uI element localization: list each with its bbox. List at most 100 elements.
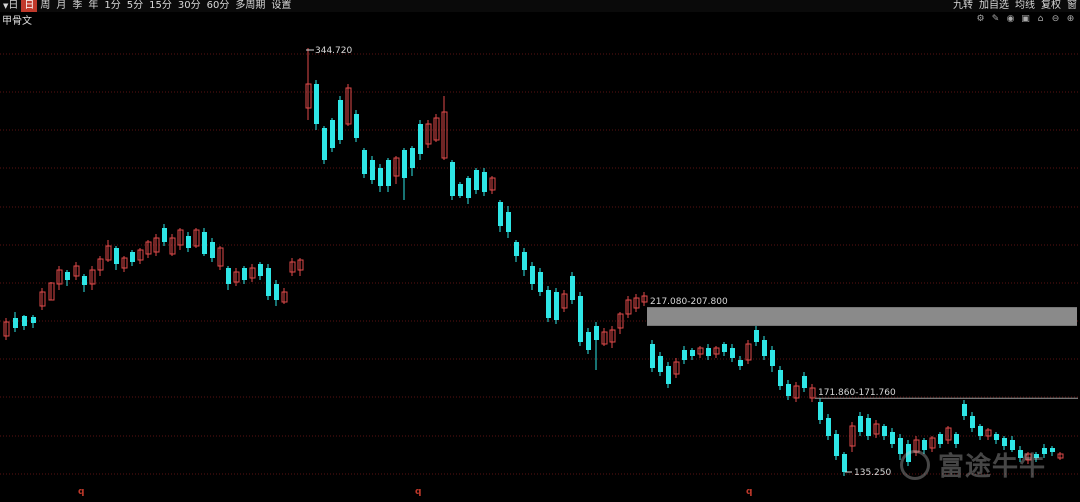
candle-body (114, 248, 119, 264)
candle-body (202, 232, 207, 254)
period-day-button[interactable]: 日 (21, 0, 38, 12)
watermark: 富途牛牛 (900, 446, 1046, 483)
candle-body (706, 348, 711, 356)
candle-body (546, 290, 551, 318)
futu-logo-icon (900, 449, 930, 480)
candle-body (570, 276, 575, 300)
period-dropdown-label: 日 (8, 0, 19, 11)
candle-body (65, 272, 70, 280)
candle-body (890, 432, 895, 444)
candle-body (266, 268, 271, 296)
month-marker: q (746, 487, 752, 497)
zoom-out-icon[interactable]: ⊖ (1050, 14, 1061, 24)
candle-body (530, 266, 535, 284)
candle-body (322, 128, 327, 160)
candle-body (378, 168, 383, 186)
candle-body (1002, 438, 1007, 446)
candle-body (314, 84, 319, 124)
candle-body (330, 120, 335, 148)
period-15min-button[interactable]: 15分 (146, 0, 175, 12)
candlestick-chart[interactable]: 217.080-207.800 171.860-171.760 344.720 135… (0, 26, 1080, 502)
window-button[interactable]: 窗 (1064, 0, 1080, 12)
zoom-in-icon[interactable]: ⊕ (1065, 14, 1076, 24)
toolbar-right-group: 九转 加自选 均线 复权 窗 (950, 0, 1080, 12)
chart-tools: ⚙ ✎ ◉ ▣ ⌂ ⊖ ⊕ (975, 12, 1076, 26)
candle-body (498, 202, 503, 226)
candle-body (162, 228, 167, 242)
candle-body (31, 317, 36, 323)
candle-body (866, 418, 871, 436)
candle-body (554, 292, 559, 320)
trash-icon[interactable]: ⌂ (1035, 14, 1046, 24)
month-marker: q (78, 487, 84, 497)
multi-period-button[interactable]: 多周期 (232, 0, 268, 12)
nine-turn-button[interactable]: 九转 (950, 0, 976, 12)
candle-body (458, 184, 463, 196)
period-1min-button[interactable]: 1分 (101, 0, 123, 12)
candle-body (818, 402, 823, 420)
candle-body (22, 316, 27, 326)
candle-body (578, 296, 583, 342)
candle-body (386, 160, 391, 186)
candle-body (786, 384, 791, 396)
candle-body (690, 350, 695, 356)
candle-body (882, 426, 887, 436)
period-5min-button[interactable]: 5分 (124, 0, 146, 12)
candle-body (666, 366, 671, 384)
gear-icon[interactable]: ⚙ (975, 14, 986, 24)
candle-body (226, 268, 231, 284)
chart-header: 甲骨文 (0, 12, 1080, 27)
candle-body (482, 172, 487, 192)
low-price-label: 135.250 (854, 468, 891, 478)
lock-icon[interactable]: ▣ (1020, 14, 1031, 24)
candle-body (242, 268, 247, 280)
candle-body (762, 340, 767, 356)
candle-body (466, 178, 471, 198)
eye-icon[interactable]: ◉ (1005, 14, 1016, 24)
candle-body (418, 124, 423, 154)
candle-body (506, 212, 511, 232)
candle-body (362, 150, 367, 174)
candle-body (354, 114, 359, 138)
candle-body (938, 434, 943, 444)
period-week-button[interactable]: 周 (37, 0, 53, 12)
candle-body (722, 344, 727, 352)
candle-body (770, 350, 775, 366)
period-30min-button[interactable]: 30分 (175, 0, 204, 12)
candle-body (186, 236, 191, 248)
candle-body (994, 434, 999, 440)
candle-body (802, 376, 807, 388)
candle-body (962, 404, 967, 416)
candle-body (474, 170, 479, 190)
period-dropdown[interactable]: ▼日 (0, 0, 21, 12)
candle-body (274, 284, 279, 300)
candle-body (754, 330, 759, 342)
period-month-button[interactable]: 月 (53, 0, 69, 12)
candle-body (1050, 448, 1055, 452)
candle-body (13, 318, 18, 328)
candle-body (954, 434, 959, 444)
adjust-button[interactable]: 复权 (1038, 0, 1064, 12)
period-year-button[interactable]: 年 (85, 0, 101, 12)
add-watchlist-button[interactable]: 加自选 (976, 0, 1012, 12)
period-quarter-button[interactable]: 季 (69, 0, 85, 12)
pen-icon[interactable]: ✎ (990, 14, 1001, 24)
candle-body (730, 348, 735, 358)
candle-body (658, 356, 663, 372)
candle-body (370, 160, 375, 180)
stock-name: 甲骨文 (2, 15, 32, 27)
candle-body (778, 370, 783, 386)
moving-average-button[interactable]: 均线 (1012, 0, 1038, 12)
candle-body (826, 418, 831, 436)
candle-body (258, 264, 263, 276)
candle-body (834, 434, 839, 456)
candle-body (514, 242, 519, 256)
candle-body (402, 150, 407, 178)
price-zone-1-label: 217.080-207.800 (650, 297, 728, 307)
candle-body (586, 332, 591, 350)
settings-button[interactable]: 设置 (268, 0, 294, 12)
period-60min-button[interactable]: 60分 (204, 0, 233, 12)
candle-body (522, 252, 527, 270)
candle-body (650, 344, 655, 368)
candle-body (594, 326, 599, 340)
